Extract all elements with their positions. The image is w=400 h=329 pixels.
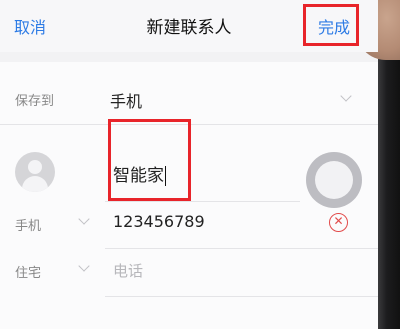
save-to-select[interactable]: 手机 (110, 88, 142, 112)
clear-icon[interactable]: ✕ (329, 213, 348, 232)
nav-bar: 取消 新建联系人 完成 (0, 0, 378, 52)
avatar-head (28, 160, 42, 174)
phone-input[interactable]: 123456789 (113, 212, 205, 231)
name-highlight-box (108, 119, 191, 201)
avatar[interactable] (15, 152, 55, 192)
home-phone-input[interactable]: 电话 (113, 260, 143, 281)
assistive-touch-inner (315, 161, 353, 199)
phone-type-label[interactable]: 手机 (15, 215, 41, 234)
divider (105, 296, 378, 297)
avatar-body (22, 176, 48, 192)
assistive-touch-button[interactable] (306, 152, 362, 208)
save-to-label: 保存到 (15, 94, 55, 109)
divider (105, 201, 300, 202)
done-highlight-box (303, 4, 359, 46)
divider (105, 248, 378, 249)
home-type-label[interactable]: 住宅 (15, 262, 41, 281)
